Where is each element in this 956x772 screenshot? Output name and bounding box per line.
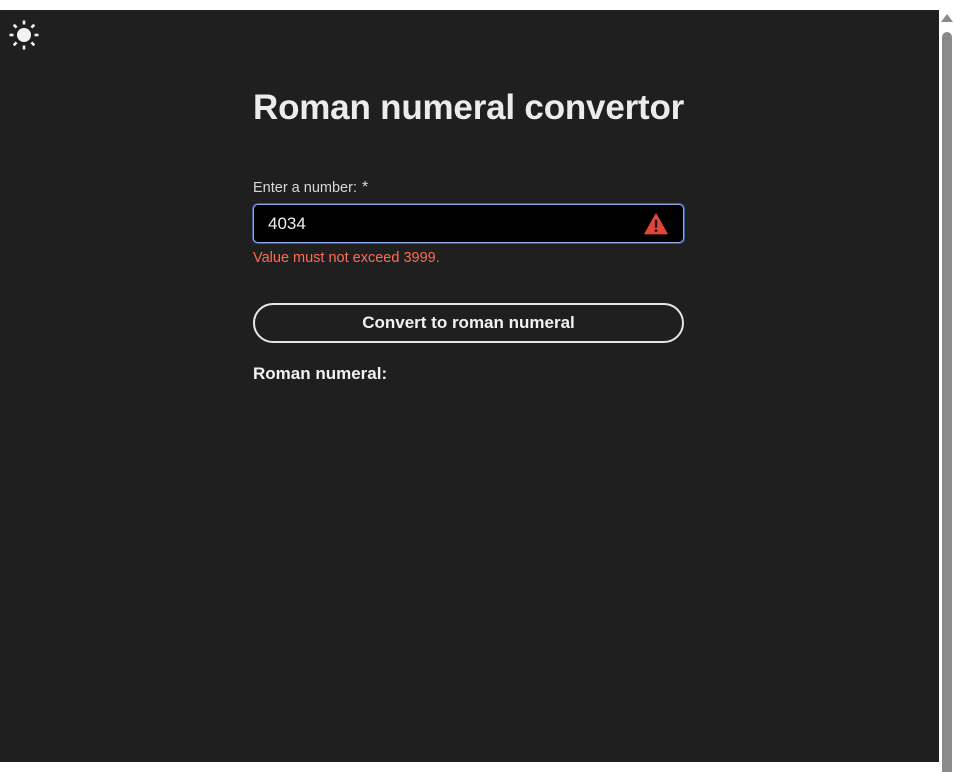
vertical-scrollbar[interactable] xyxy=(939,10,956,772)
app-viewport: Roman numeral convertor Enter a number: *… xyxy=(0,10,939,762)
result-label: Roman numeral: xyxy=(253,364,388,383)
convert-button[interactable]: Convert to roman numeral xyxy=(253,303,684,343)
scroll-up-arrow-icon[interactable] xyxy=(941,14,953,22)
number-input-wrapper xyxy=(253,204,684,243)
number-field-label: Enter a number: * xyxy=(253,179,368,197)
error-message: Value must not exceed 3999. xyxy=(253,250,440,266)
scrollbar-thumb[interactable] xyxy=(942,32,952,772)
number-field-label-text: Enter a number: xyxy=(253,180,357,196)
number-input[interactable] xyxy=(254,205,634,242)
warning-triangle-icon xyxy=(644,213,668,235)
page-title: Roman numeral convertor xyxy=(253,88,685,127)
required-marker: * xyxy=(361,179,369,196)
theme-toggle-button[interactable] xyxy=(8,19,40,51)
sun-icon xyxy=(9,20,39,50)
